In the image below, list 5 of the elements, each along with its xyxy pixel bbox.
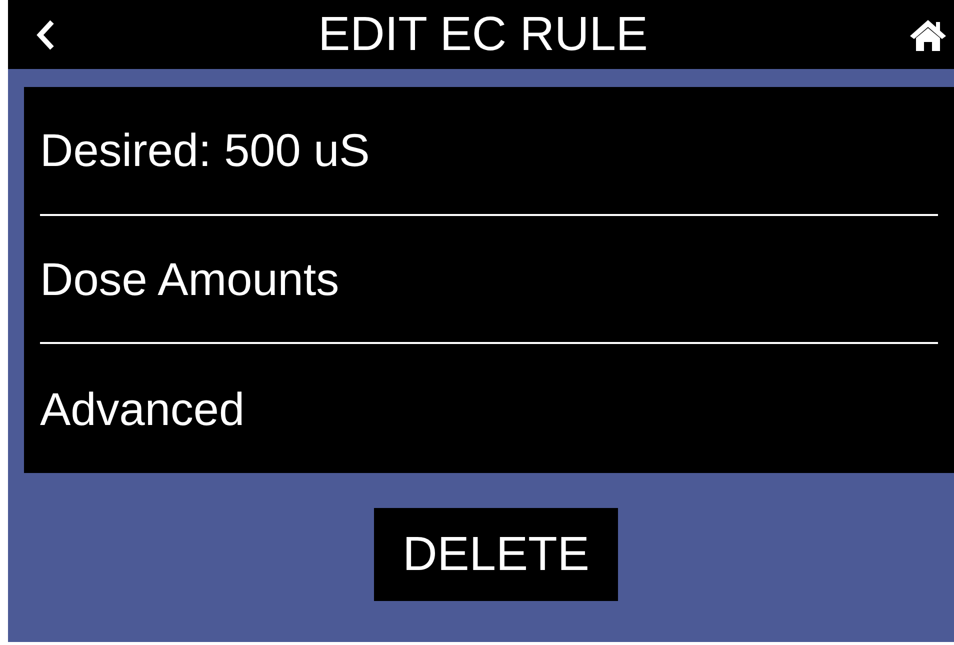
delete-button[interactable]: DELETE: [374, 508, 618, 601]
menu-item[interactable]: Desired: 500 uS: [40, 127, 370, 174]
menu-item[interactable]: Dose Amounts: [40, 256, 340, 302]
screen-title: EDIT EC RULE: [318, 10, 648, 58]
menu-item[interactable]: Advanced: [40, 386, 245, 432]
